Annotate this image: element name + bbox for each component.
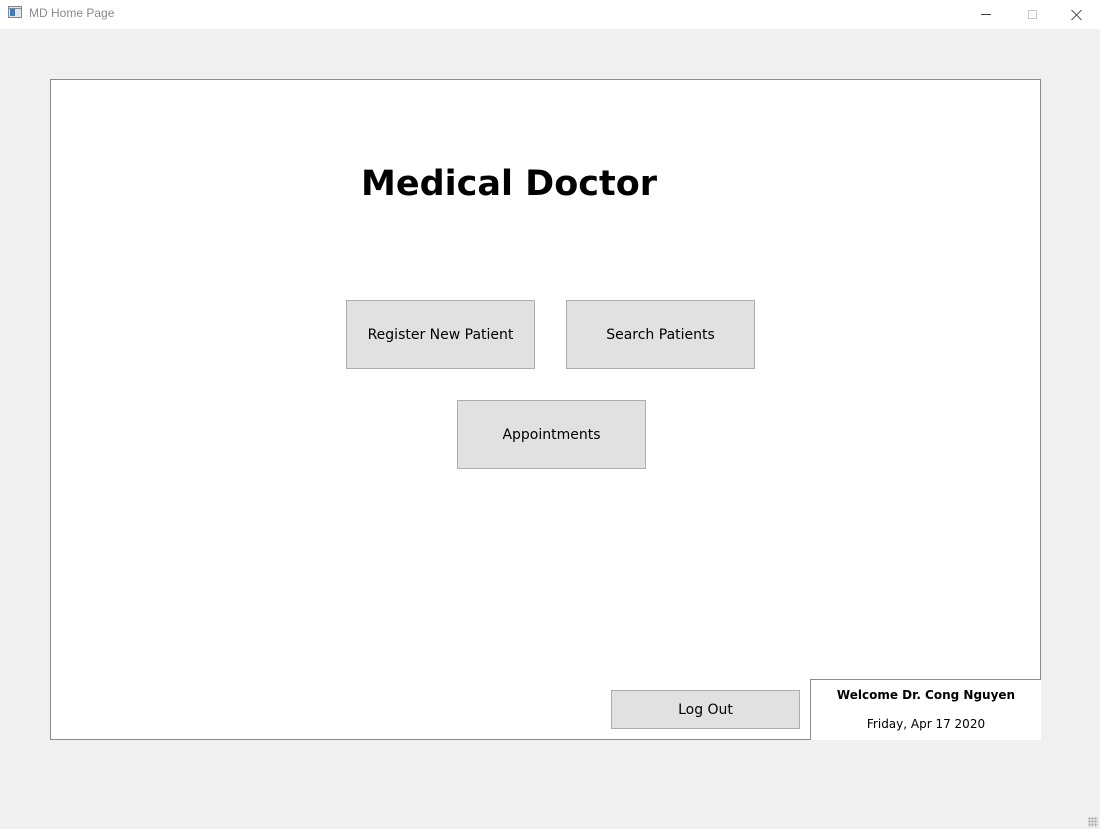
close-button[interactable] (1054, 0, 1100, 29)
current-date: Friday, Apr 17 2020 (866, 717, 986, 731)
main-panel: Medical Doctor Register New Patient Sear… (50, 79, 1041, 740)
minimize-button[interactable] (963, 0, 1009, 29)
close-icon (1071, 9, 1083, 21)
window-title: MD Home Page (29, 6, 115, 20)
maximize-icon (1027, 10, 1037, 19)
search-patients-button[interactable]: Search Patients (566, 300, 755, 369)
app-window: MD Home Page Medical Doctor Register New… (0, 0, 1100, 829)
log-out-button[interactable]: Log Out (611, 690, 800, 729)
title-bar[interactable]: MD Home Page (0, 0, 1100, 29)
app-window-icon (8, 6, 22, 18)
welcome-message: Welcome Dr. Cong Nguyen (836, 688, 1016, 702)
maximize-button[interactable] (1009, 0, 1055, 29)
resize-grip-icon[interactable] (1088, 817, 1098, 827)
user-status-box: Welcome Dr. Cong Nguyen Friday, Apr 17 2… (810, 679, 1041, 740)
minimize-icon (981, 14, 991, 15)
page-title: Medical Doctor (361, 164, 658, 204)
register-new-patient-button[interactable]: Register New Patient (346, 300, 535, 369)
appointments-button[interactable]: Appointments (457, 400, 646, 469)
